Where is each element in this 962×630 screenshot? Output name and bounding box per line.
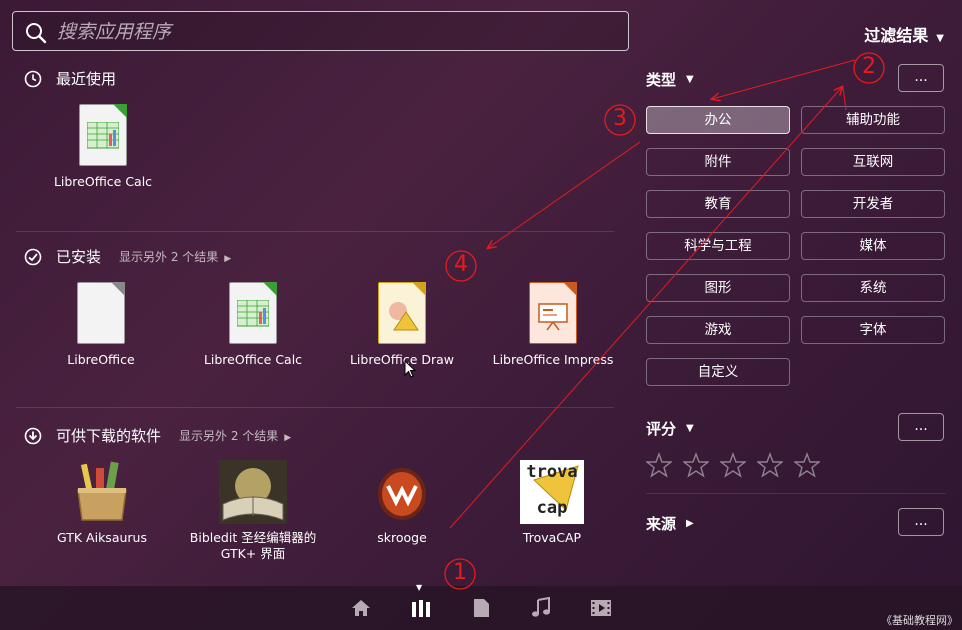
annotation-number-3: 3 (613, 106, 627, 131)
category-button[interactable]: 开发者 (801, 190, 945, 218)
trovacap-text-bottom: cap (536, 498, 568, 518)
libreoffice-icon (71, 282, 131, 346)
annotation-arrow (488, 141, 641, 248)
presentation-icon (523, 282, 583, 346)
source-label: 来源 (646, 515, 677, 533)
category-button[interactable]: 自定义 (646, 358, 790, 386)
star-icon[interactable] (683, 452, 709, 478)
category-button[interactable]: 办公 (646, 106, 790, 134)
type-more-button[interactable]: ... (898, 64, 944, 92)
files-icon[interactable] (470, 597, 492, 619)
app-label: LibreOffice Calc (53, 174, 153, 189)
spreadsheet-icon (223, 282, 283, 346)
active-lens-indicator: ▼ (416, 583, 423, 592)
divider (646, 493, 946, 494)
source-filter-toggle[interactable]: 来源 ▶ (646, 513, 694, 534)
rating-stars[interactable] (646, 452, 820, 478)
drawing-icon (372, 282, 432, 346)
triangle-down-icon: ▼ (936, 33, 944, 44)
star-icon[interactable] (720, 452, 746, 478)
spreadsheet-icon (73, 104, 133, 168)
app-label: LibreOffice Calc (203, 352, 303, 367)
download-circle-icon (24, 427, 42, 444)
divider (16, 407, 614, 408)
filter-title: 过滤结果 (864, 26, 929, 45)
annotation-number-1: 1 (453, 560, 467, 585)
category-button[interactable]: 附件 (646, 148, 790, 176)
app-libreoffice-calc-recent[interactable]: LibreOffice Calc (28, 104, 178, 190)
app-label: TrovaCAP (522, 530, 582, 545)
triangle-down-icon: ▼ (686, 74, 694, 85)
category-button[interactable]: 媒体 (801, 232, 945, 260)
music-icon[interactable] (530, 597, 552, 619)
category-button[interactable]: 字体 (801, 316, 945, 344)
annotation-number-4: 4 (454, 252, 468, 277)
star-icon[interactable] (794, 452, 820, 478)
filter-results-toggle[interactable]: 过滤结果 ▼ (864, 22, 944, 46)
search-icon (26, 23, 47, 44)
category-button[interactable]: 互联网 (801, 148, 945, 176)
app-libreoffice-draw[interactable]: LibreOffice Draw (327, 282, 477, 368)
applications-icon[interactable] (410, 597, 432, 619)
home-icon[interactable] (350, 597, 372, 619)
type-label: 类型 (646, 71, 677, 89)
triangle-right-icon: ▶ (686, 518, 694, 529)
skrooge-icon (372, 460, 432, 524)
triangle-down-icon: ▼ (686, 423, 694, 434)
category-button[interactable]: 教育 (646, 190, 790, 218)
app-label: Bibledit 圣经编辑器的 GTK+ 界面 (189, 530, 317, 561)
star-icon[interactable] (757, 452, 783, 478)
recent-section-header: 最近使用 (24, 68, 116, 89)
app-label: skrooge (377, 530, 427, 545)
app-skrooge[interactable]: skrooge (327, 460, 477, 546)
installed-more-link[interactable]: 显示另外 2 个结果 ▶ (119, 248, 231, 265)
app-label: LibreOffice (67, 352, 135, 367)
app-libreoffice-calc[interactable]: LibreOffice Calc (178, 282, 328, 368)
search-input[interactable] (55, 18, 619, 46)
watermark: 《基础教程网》 (881, 614, 958, 627)
recent-title: 最近使用 (56, 70, 117, 88)
category-button[interactable]: 辅助功能 (801, 106, 945, 134)
category-button[interactable]: 游戏 (646, 316, 790, 344)
app-gtk-aiksaurus[interactable]: GTK Aiksaurus (27, 460, 177, 546)
app-label: GTK Aiksaurus (57, 530, 147, 545)
divider (16, 231, 614, 232)
source-more-button[interactable]: ... (898, 508, 944, 536)
category-button[interactable]: 系统 (801, 274, 945, 302)
app-libreoffice[interactable]: LibreOffice (26, 282, 176, 368)
annotation-number-2: 2 (862, 54, 876, 79)
trovacap-text-top: trova (526, 462, 578, 482)
thesaurus-icon (72, 460, 132, 524)
app-bibledit[interactable]: Bibledit 圣经编辑器的 GTK+ 界面 (178, 460, 328, 562)
rating-label: 评分 (646, 420, 677, 438)
downloadable-more-link[interactable]: 显示另外 2 个结果 ▶ (179, 427, 291, 444)
trovacap-icon: trova cap (520, 460, 584, 524)
check-circle-icon (24, 248, 42, 265)
app-libreoffice-impress[interactable]: LibreOffice Impress (478, 282, 628, 368)
mouse-cursor-icon (404, 360, 416, 378)
installed-section-header: 已安装 显示另外 2 个结果 ▶ (24, 246, 231, 267)
rating-filter-toggle[interactable]: 评分 ▼ (646, 418, 694, 439)
rating-more-button[interactable]: ... (898, 413, 944, 441)
video-icon[interactable] (590, 597, 612, 619)
app-label: LibreOffice Draw (349, 352, 455, 367)
app-trovacap[interactable]: trova cap TrovaCAP (477, 460, 627, 546)
search-box[interactable] (12, 11, 629, 51)
category-button[interactable]: 图形 (646, 274, 790, 302)
bible-icon (219, 460, 287, 524)
app-label: LibreOffice Impress (492, 352, 614, 367)
clock-icon (24, 70, 42, 87)
installed-title: 已安装 (56, 248, 102, 266)
type-filter-toggle[interactable]: 类型 ▼ (646, 69, 694, 90)
downloadable-section-header: 可供下载的软件 显示另外 2 个结果 ▶ (24, 425, 291, 446)
annotation-arrow (712, 59, 856, 99)
downloadable-title: 可供下载的软件 (56, 427, 162, 445)
star-icon[interactable] (646, 452, 672, 478)
category-button[interactable]: 科学与工程 (646, 232, 790, 260)
